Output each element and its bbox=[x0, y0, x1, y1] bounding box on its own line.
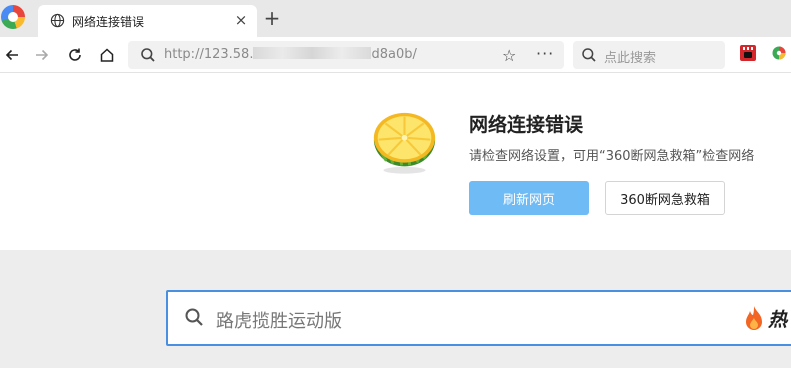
fire-icon bbox=[746, 306, 762, 330]
home-icon bbox=[100, 48, 114, 62]
address-bar[interactable]: http://123.58. d8a0b/ ☆ ··· bbox=[128, 41, 564, 69]
hot-label: 热 bbox=[768, 309, 788, 331]
search-icon bbox=[185, 308, 203, 326]
reload-button[interactable] bbox=[63, 43, 87, 67]
error-panel: 网络连接错误 请检查网络设置，可用“360断网急救箱”检查网络 刷新网页 360… bbox=[0, 74, 791, 250]
back-button[interactable] bbox=[0, 43, 24, 67]
address-url: http://123.58. d8a0b/ bbox=[164, 47, 417, 62]
tab-close-icon[interactable]: × bbox=[233, 12, 249, 28]
browser-logo-icon[interactable] bbox=[1, 5, 25, 29]
video-extension-icon[interactable] bbox=[740, 45, 756, 61]
url-redaction bbox=[253, 47, 372, 59]
main-search-placeholder: 路虎揽胜运动版 bbox=[216, 311, 342, 332]
lower-area: 路虎揽胜运动版 热 bbox=[0, 250, 791, 368]
back-arrow-icon bbox=[5, 49, 18, 61]
bookmark-star-icon[interactable]: ☆ bbox=[502, 46, 516, 65]
main-search-input[interactable]: 路虎揽胜运动版 热 bbox=[166, 290, 791, 346]
error-description: 请检查网络设置，可用“360断网急救箱”检查网络 bbox=[469, 149, 755, 164]
more-options-icon[interactable]: ··· bbox=[536, 44, 554, 63]
home-button[interactable] bbox=[95, 43, 119, 67]
error-title: 网络连接错误 bbox=[469, 114, 584, 136]
search-icon bbox=[582, 48, 596, 62]
forward-button[interactable] bbox=[30, 43, 54, 67]
network-rescue-button[interactable]: 360断网急救箱 bbox=[605, 181, 725, 215]
new-tab-button[interactable]: + bbox=[262, 8, 282, 28]
toolbar: http://123.58. d8a0b/ ☆ ··· 点此搜索 bbox=[0, 37, 791, 73]
search-box[interactable]: 点此搜索 bbox=[573, 41, 725, 69]
tab-strip: 网络连接错误 × + bbox=[0, 0, 791, 37]
lemon-watermelon-icon bbox=[373, 112, 436, 174]
search-icon bbox=[141, 48, 155, 62]
forward-arrow-icon bbox=[36, 49, 49, 61]
tab-active[interactable]: 网络连接错误 × bbox=[38, 5, 257, 37]
reload-icon bbox=[69, 48, 81, 61]
color-extension-icon[interactable] bbox=[770, 45, 788, 61]
globe-icon bbox=[50, 13, 65, 28]
tab-title: 网络连接错误 bbox=[72, 15, 145, 29]
search-box-placeholder: 点此搜索 bbox=[604, 51, 657, 66]
refresh-button[interactable]: 刷新网页 bbox=[469, 181, 589, 215]
